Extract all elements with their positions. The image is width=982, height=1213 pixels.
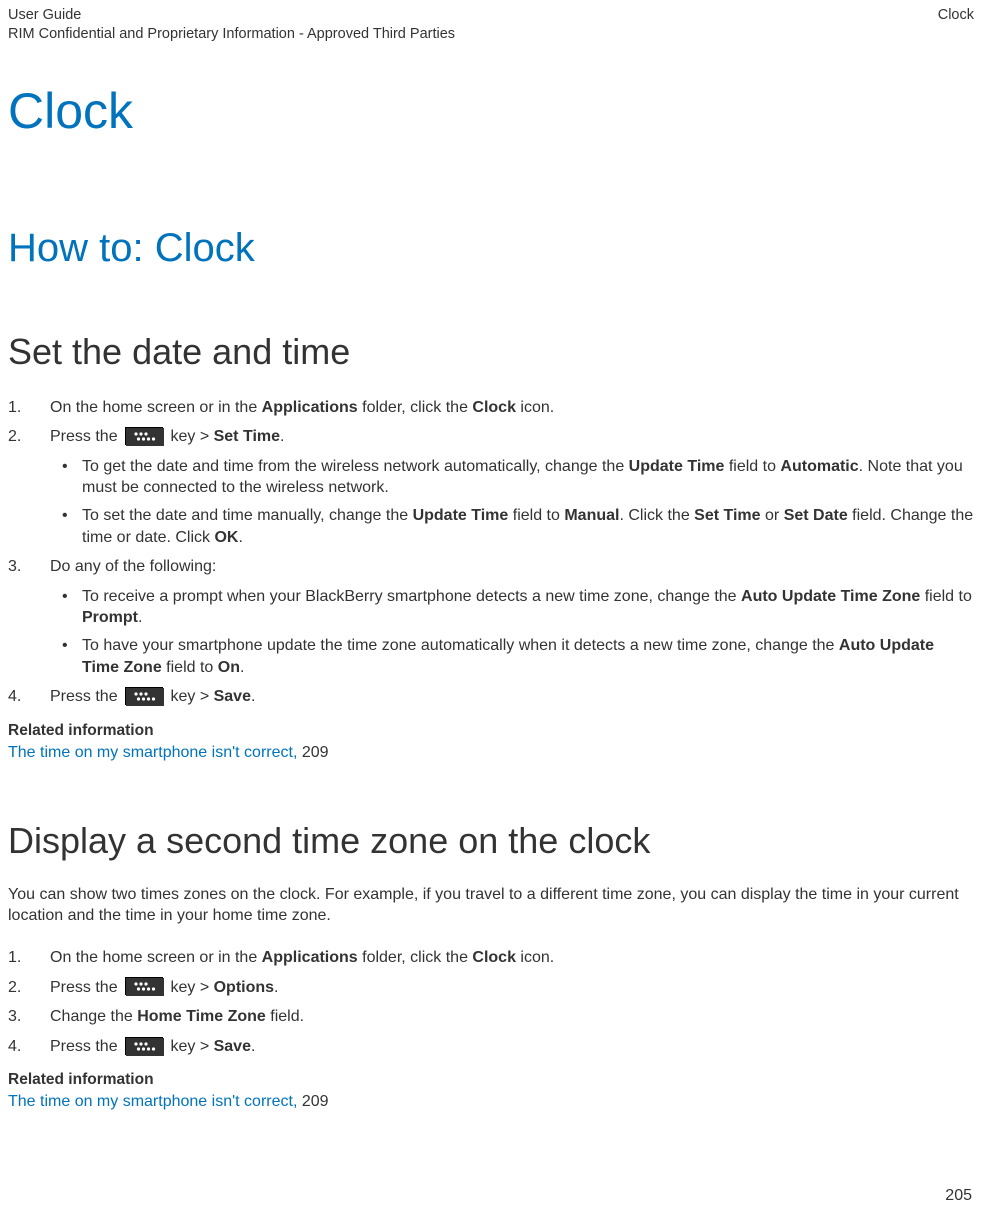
text: .	[251, 688, 255, 705]
related-page: 209	[302, 744, 329, 761]
related-heading: Related information	[8, 1071, 974, 1089]
bold-text: Home Time Zone	[137, 1008, 266, 1025]
section-heading: How to: Clock	[8, 226, 974, 271]
related-page: 209	[302, 1093, 329, 1110]
text: icon.	[516, 949, 554, 966]
bold-text: Update Time	[413, 507, 509, 524]
related-heading: Related information	[8, 722, 974, 740]
header-guide-title: User Guide	[8, 6, 455, 25]
subsection-heading: Display a second time zone on the clock	[8, 820, 974, 862]
text: or	[761, 507, 784, 524]
bold-text: Clock	[472, 949, 516, 966]
header-confidential: RIM Confidential and Proprietary Informa…	[8, 25, 455, 44]
text: key >	[166, 979, 214, 996]
bold-text: Clock	[472, 399, 516, 416]
text: . Click the	[619, 507, 694, 524]
text: folder, click the	[358, 399, 473, 416]
text: .	[138, 609, 142, 626]
step-item: Press the key > Set Time. To get the dat…	[8, 426, 974, 548]
step-item: On the home screen or in the Application…	[8, 947, 974, 969]
text: field to	[724, 458, 780, 475]
chapter-title: Clock	[8, 82, 974, 140]
step-item: Change the Home Time Zone field.	[8, 1006, 974, 1028]
text: .	[280, 428, 284, 445]
menu-key-icon	[125, 1037, 163, 1055]
bullet-item: To receive a prompt when your BlackBerry…	[50, 586, 974, 629]
text: Press the	[50, 428, 122, 445]
text: field to	[920, 588, 972, 605]
related-information: Related information The time on my smart…	[8, 722, 974, 762]
header-section: Clock	[938, 6, 974, 44]
subsection-heading: Set the date and time	[8, 331, 974, 373]
bold-text: OK	[214, 529, 238, 546]
text: icon.	[516, 399, 554, 416]
header-left: User Guide RIM Confidential and Propriet…	[8, 6, 455, 44]
text: .	[251, 1038, 255, 1055]
text: field.	[266, 1008, 304, 1025]
text: Press the	[50, 688, 122, 705]
text: On the home screen or in the	[50, 949, 262, 966]
text: Press the	[50, 979, 122, 996]
bullet-item: To have your smartphone update the time …	[50, 635, 974, 678]
text: To set the date and time manually, chang…	[82, 507, 413, 524]
text: key >	[166, 1038, 214, 1055]
step-item: On the home screen or in the Application…	[8, 397, 974, 419]
page-number: 205	[945, 1187, 972, 1205]
step-item: Press the key > Options.	[8, 977, 974, 999]
bullet-item: To set the date and time manually, chang…	[50, 505, 974, 548]
bold-text: Automatic	[780, 458, 858, 475]
step-item: Press the key > Save.	[8, 686, 974, 708]
text: .	[238, 529, 242, 546]
related-link-line: The time on my smartphone isn't correct,…	[8, 1093, 974, 1111]
bold-text: Set Time	[694, 507, 760, 524]
sub-bullets: To receive a prompt when your BlackBerry…	[50, 586, 974, 678]
text: .	[240, 659, 244, 676]
steps-list-2: On the home screen or in the Application…	[8, 947, 974, 1057]
related-link[interactable]: The time on my smartphone isn't correct,	[8, 744, 302, 761]
bold-text: Applications	[262, 399, 358, 416]
text: Do any of the following:	[50, 558, 216, 575]
bold-text: Update Time	[629, 458, 725, 475]
steps-list-1: On the home screen or in the Application…	[8, 397, 974, 708]
bold-text: Save	[214, 688, 251, 705]
text: field to	[508, 507, 564, 524]
text: To get the date and time from the wirele…	[82, 458, 629, 475]
step-item: Press the key > Save.	[8, 1036, 974, 1058]
related-link[interactable]: The time on my smartphone isn't correct,	[8, 1093, 302, 1110]
text: key >	[166, 688, 214, 705]
bullet-item: To get the date and time from the wirele…	[50, 456, 974, 499]
text: To have your smartphone update the time …	[82, 637, 839, 654]
intro-paragraph: You can show two times zones on the cloc…	[8, 884, 974, 927]
text: field to	[162, 659, 218, 676]
sub-bullets: To get the date and time from the wirele…	[50, 456, 974, 548]
bold-text: Set Date	[784, 507, 848, 524]
bold-text: Auto Update Time Zone	[741, 588, 920, 605]
text: folder, click the	[358, 949, 473, 966]
text: To receive a prompt when your BlackBerry…	[82, 588, 741, 605]
related-information: Related information The time on my smart…	[8, 1071, 974, 1111]
bold-text: Options	[214, 979, 274, 996]
page-header: User Guide RIM Confidential and Propriet…	[8, 6, 974, 44]
menu-key-icon	[125, 977, 163, 995]
bold-text: Prompt	[82, 609, 138, 626]
related-link-line: The time on my smartphone isn't correct,…	[8, 744, 974, 762]
bold-text: Set Time	[214, 428, 280, 445]
text: Press the	[50, 1038, 122, 1055]
bold-text: Manual	[564, 507, 619, 524]
bold-text: On	[218, 659, 240, 676]
bold-text: Applications	[262, 949, 358, 966]
menu-key-icon	[125, 427, 163, 445]
text: On the home screen or in the	[50, 399, 262, 416]
text: Change the	[50, 1008, 137, 1025]
bold-text: Save	[214, 1038, 251, 1055]
step-item: Do any of the following: To receive a pr…	[8, 556, 974, 678]
menu-key-icon	[125, 687, 163, 705]
text: key >	[166, 428, 214, 445]
text: .	[274, 979, 278, 996]
